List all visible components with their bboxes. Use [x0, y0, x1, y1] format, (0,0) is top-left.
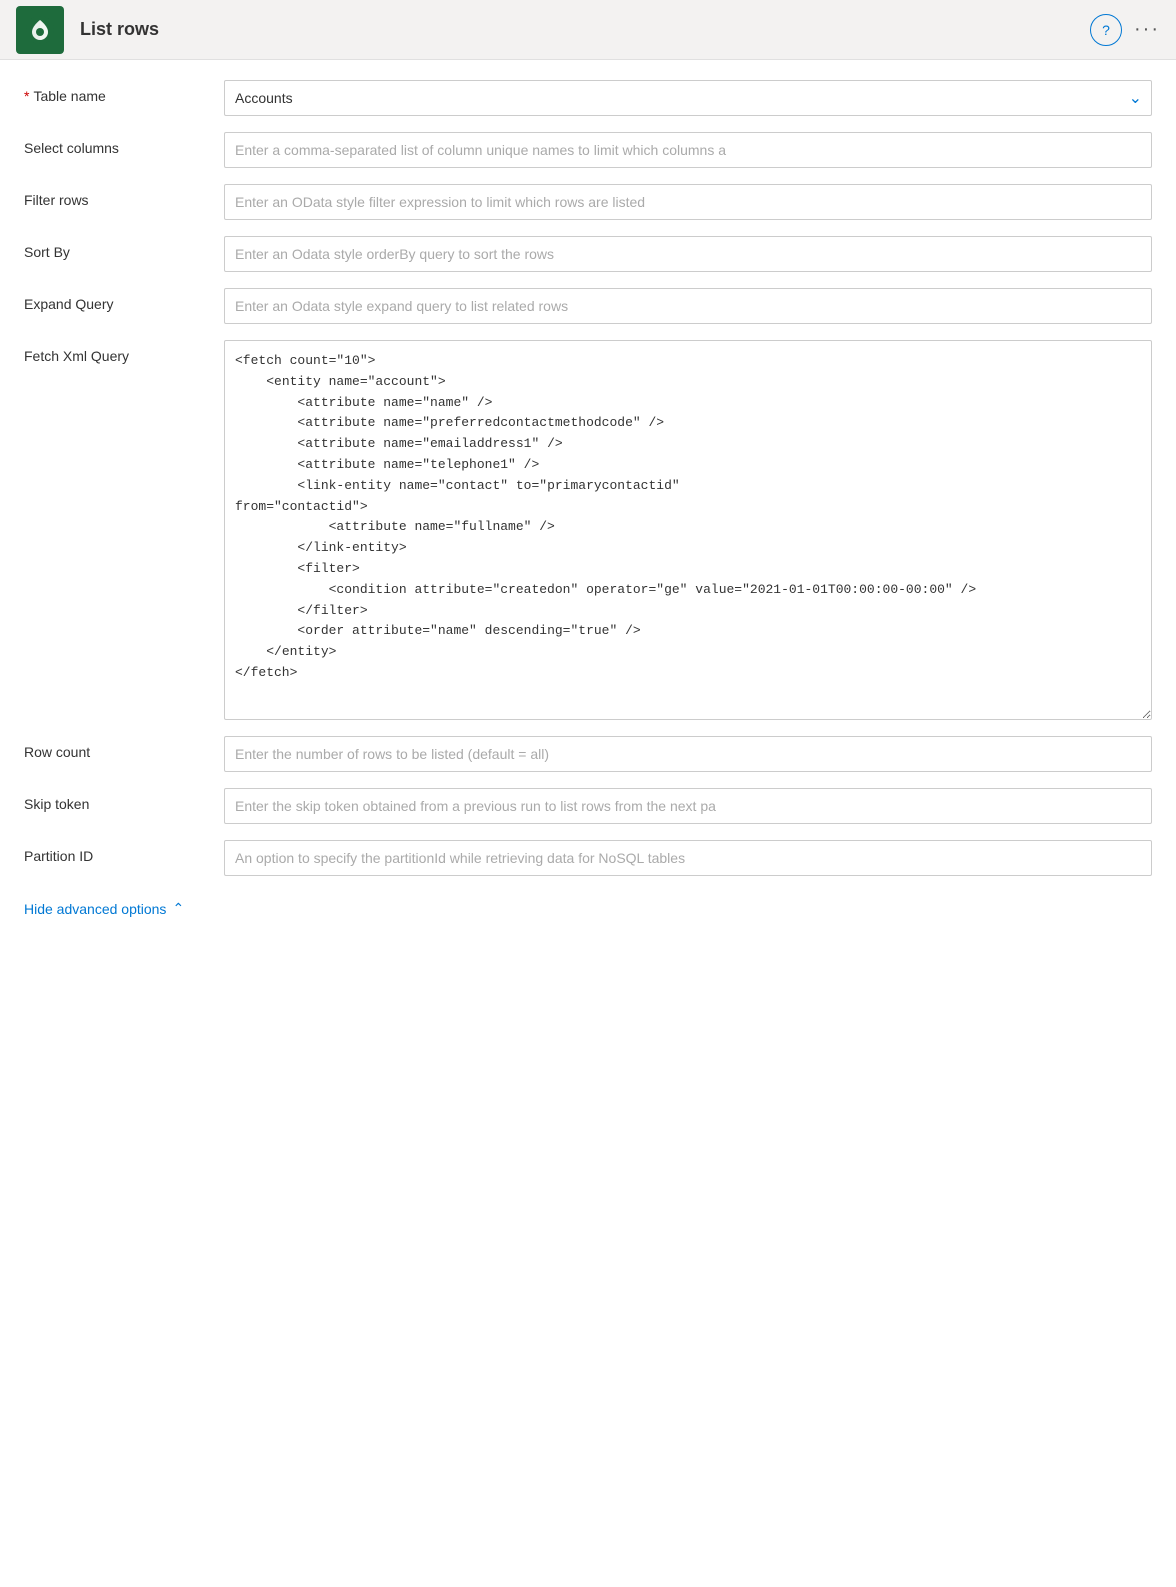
hide-advanced-label: Hide advanced options	[24, 901, 166, 917]
expand-query-input[interactable]	[224, 288, 1152, 324]
header-actions: ? ···	[1090, 14, 1160, 46]
fetch-xml-label: Fetch Xml Query	[24, 340, 224, 364]
form-container: *Table name Accounts ⌄ Select columns Fi…	[0, 60, 1176, 937]
partition-id-input[interactable]	[224, 840, 1152, 876]
select-columns-label: Select columns	[24, 132, 224, 156]
required-indicator: *	[24, 88, 29, 104]
fetch-xml-textarea[interactable]	[224, 340, 1152, 720]
row-count-row: Row count	[24, 736, 1152, 772]
row-count-input[interactable]	[224, 736, 1152, 772]
header: List rows ? ···	[0, 0, 1176, 60]
filter-rows-row: Filter rows	[24, 184, 1152, 220]
table-name-label: *Table name	[24, 80, 224, 104]
table-name-row: *Table name Accounts ⌄	[24, 80, 1152, 116]
filter-rows-input[interactable]	[224, 184, 1152, 220]
page-title: List rows	[80, 19, 1090, 40]
fetch-xml-row: Fetch Xml Query	[24, 340, 1152, 720]
partition-id-row: Partition ID	[24, 840, 1152, 876]
table-name-select-wrapper: Accounts ⌄	[224, 80, 1152, 116]
select-columns-row: Select columns	[24, 132, 1152, 168]
filter-rows-label: Filter rows	[24, 184, 224, 208]
help-button[interactable]: ?	[1090, 14, 1122, 46]
sort-by-label: Sort By	[24, 236, 224, 260]
hide-advanced-options[interactable]: Hide advanced options ⌃	[24, 900, 1152, 917]
skip-token-label: Skip token	[24, 788, 224, 812]
row-count-label: Row count	[24, 736, 224, 760]
app-logo	[16, 6, 64, 54]
more-options-button[interactable]: ···	[1134, 18, 1160, 41]
skip-token-row: Skip token	[24, 788, 1152, 824]
skip-token-input[interactable]	[224, 788, 1152, 824]
expand-query-row: Expand Query	[24, 288, 1152, 324]
chevron-up-icon: ⌃	[172, 900, 184, 917]
expand-query-label: Expand Query	[24, 288, 224, 312]
select-columns-input[interactable]	[224, 132, 1152, 168]
partition-id-label: Partition ID	[24, 840, 224, 864]
sort-by-input[interactable]	[224, 236, 1152, 272]
table-name-select[interactable]: Accounts	[224, 80, 1152, 116]
sort-by-row: Sort By	[24, 236, 1152, 272]
